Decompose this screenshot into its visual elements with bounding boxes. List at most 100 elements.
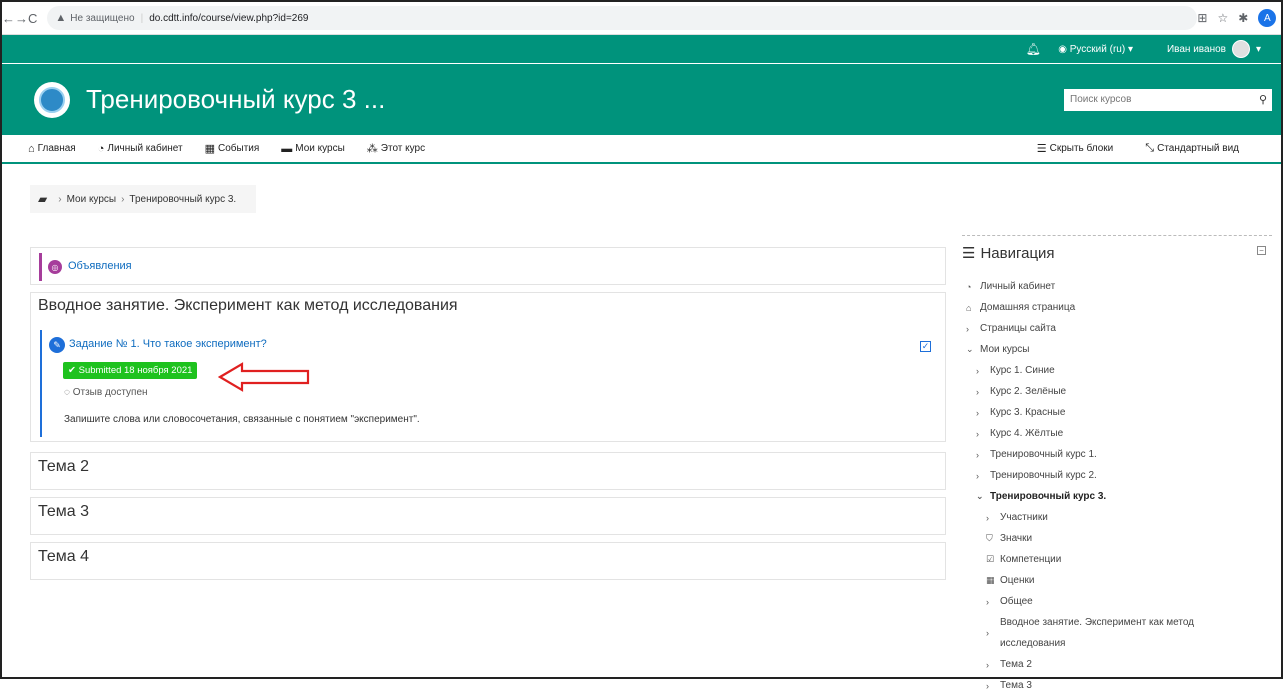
search-icon[interactable]: ⚲ <box>1254 93 1272 106</box>
nav-item-my-courses[interactable]: ⌄ Мои курсы <box>966 339 1266 360</box>
nav-item-label: Участники <box>1000 512 1048 523</box>
nav-item-topic-3[interactable]: › Тема 3 <box>966 675 1266 696</box>
nav-item-label: Мои курсы <box>980 344 1030 355</box>
menu-this-course-label: Этот курс <box>380 143 426 154</box>
dashboard-icon: ◔ <box>966 281 972 292</box>
user-name: Иван иванов <box>1166 43 1226 55</box>
assignment-description: Запишите слова или словосочетания, связа… <box>64 414 420 425</box>
forward-button[interactable]: → <box>15 8 28 28</box>
breadcrumb-my-courses[interactable]: Мои курсы <box>67 194 117 205</box>
globe-icon: ◉ <box>1058 43 1070 55</box>
menu-my-courses-label: Мои курсы <box>295 143 345 154</box>
warning-icon[interactable]: ▲ <box>55 12 66 24</box>
section-title[interactable]: Тема 3 <box>38 503 89 521</box>
menu-my-courses[interactable]: ▬ Мои курсы <box>281 143 345 155</box>
menu-dashboard[interactable]: ◔ Личный кабинет <box>98 143 183 155</box>
logo-emblem-icon <box>39 86 65 113</box>
nav-item-course[interactable]: › Курс 1. Синие <box>966 360 1266 381</box>
nav-item-course[interactable]: › Курс 2. Зелёные <box>966 381 1266 402</box>
nav-item-dashboard[interactable]: ◔ Личный кабинет <box>966 276 1266 297</box>
hide-blocks-label: Скрыть блоки <box>1049 143 1114 154</box>
nav-item-participants[interactable]: › Участники <box>966 507 1266 528</box>
nav-item-course[interactable]: › Тренировочный курс 1. <box>966 444 1266 465</box>
bookmark-star-icon[interactable]: ☆ <box>1217 11 1228 25</box>
user-menu[interactable]: Иван иванов ▾ <box>1167 40 1281 58</box>
translate-icon[interactable]: ⊞ <box>1197 11 1207 25</box>
course-section-topic-4: Тема 4 <box>30 542 946 580</box>
nav-item-label: Страницы сайта <box>980 323 1056 334</box>
nav-item-site-pages[interactable]: › Страницы сайта <box>966 318 1266 339</box>
forum-icon: ◎ <box>48 260 62 274</box>
nav-item-course[interactable]: › Курс 3. Красные <box>966 402 1266 423</box>
activity-marker <box>39 253 42 281</box>
nav-item-grades[interactable]: ▦ Оценки <box>966 570 1266 591</box>
nav-item-label: Тема 3 <box>1000 680 1032 691</box>
address-bar[interactable]: ▲ Не защищено | do.cdtt.info/course/view… <box>47 6 1198 30</box>
checkbox-icon: ☑ <box>986 554 995 564</box>
nav-item-section-intro[interactable]: › Вводное занятие. Эксперимент как метод … <box>966 612 1266 654</box>
navigation-header: ☰ Навигация <box>962 244 1055 263</box>
profile-avatar[interactable]: A <box>1258 9 1277 27</box>
navigation-block: ☰ Навигация − ◔ Личный кабинет ⌂ Домашняя … <box>962 235 1272 691</box>
user-menu-caret-icon: ▾ <box>1255 43 1261 55</box>
course-search-input[interactable] <box>1064 89 1254 110</box>
completion-checkbox[interactable]: ✓ <box>920 341 931 352</box>
site-logo[interactable] <box>34 81 70 118</box>
section-title[interactable]: Тема 2 <box>38 458 89 476</box>
language-menu[interactable]: ◉ Русский (ru) ▾ <box>1058 44 1133 55</box>
nav-item-general[interactable]: › Общее <box>966 591 1266 612</box>
chevron-right-icon: › <box>986 596 989 607</box>
security-label[interactable]: Не защищено <box>70 13 134 24</box>
menu-home[interactable]: ⌂ Главная <box>28 143 76 155</box>
reload-button[interactable]: C <box>28 8 37 28</box>
nav-item-home[interactable]: ⌂ Домашняя страница <box>966 297 1266 318</box>
extensions-icon[interactable]: ✱ <box>1238 11 1248 25</box>
chevron-right-icon: › <box>976 449 979 460</box>
address-separator: | <box>140 12 144 24</box>
chevron-right-icon: › <box>966 323 969 334</box>
notifications-bell-icon[interactable]: 🔔︎ <box>1022 42 1044 56</box>
announcements-section: ◎ Объявления <box>30 247 946 285</box>
menu-bar-actions: ☰ Скрыть блоки ⤡ Стандартный вид <box>1037 142 1281 155</box>
bars-icon: ☰ <box>962 245 976 262</box>
indent-icon: ☰ <box>1036 143 1047 155</box>
chevron-right-icon: › <box>986 512 989 523</box>
home-icon: ⌂ <box>28 142 35 155</box>
menu-this-course[interactable]: ⁂ Этот курс <box>367 142 425 155</box>
page-title: Тренировочный курс 3 ... <box>86 84 386 114</box>
announcements-link[interactable]: Объявления <box>68 260 132 272</box>
section-title[interactable]: Вводное занятие. Эксперимент как метод и… <box>38 297 458 315</box>
collapse-block-button[interactable]: − <box>1257 246 1266 255</box>
hide-blocks-button[interactable]: ☰ Скрыть блоки <box>1037 142 1114 155</box>
nav-item-label: Курс 4. Жёлтые <box>990 428 1064 439</box>
assignment-activity: ✎ Задание № 1. Что такое эксперимент? ✓ … <box>40 330 939 437</box>
url-text[interactable]: do.cdtt.info/course/view.php?id=269 <box>149 13 308 24</box>
chevron-right-icon: › <box>976 407 979 418</box>
submitted-badge: ✔ Submitted 18 ноября 2021 <box>63 362 198 379</box>
menu-dashboard-label: Личный кабинет <box>107 143 183 154</box>
breadcrumb-current-course[interactable]: Тренировочный курс 3. <box>129 194 236 205</box>
nav-item-topic-2[interactable]: › Тема 2 <box>966 654 1266 675</box>
section-title[interactable]: Тема 4 <box>38 548 89 566</box>
nav-item-label: Курс 3. Красные <box>990 407 1066 418</box>
standard-view-button[interactable]: ⤡ Стандартный вид <box>1145 142 1239 155</box>
nav-item-course[interactable]: › Курс 4. Жёлтые <box>966 423 1266 444</box>
browser-toolbar: ← → C ▲ Не защищено | do.cdtt.info/cours… <box>2 2 1281 35</box>
feedback-label: Отзыв доступен <box>72 387 148 398</box>
sitemap-icon: ⁂ <box>366 143 378 155</box>
assignment-link[interactable]: Задание № 1. Что такое эксперимент? <box>69 338 267 350</box>
menu-events-label: События <box>218 143 260 154</box>
nav-item-course[interactable]: › Тренировочный курс 2. <box>966 465 1266 486</box>
calendar-icon: ▦ <box>204 143 216 155</box>
course-section-topic-2: Тема 2 <box>30 452 946 490</box>
nav-item-label: Компетенции <box>1000 554 1062 565</box>
nav-item-current-course[interactable]: ⌄ Тренировочный курс 3. <box>966 486 1266 507</box>
breadcrumb-separator: › <box>121 193 125 205</box>
chevron-right-icon: › <box>976 428 979 439</box>
menu-events[interactable]: ▦ События <box>205 142 260 155</box>
menu-home-label: Главная <box>37 143 76 154</box>
home-icon: ⌂ <box>966 302 972 313</box>
back-button[interactable]: ← <box>2 8 15 28</box>
nav-item-badges[interactable]: ⛉ Значки <box>966 528 1266 549</box>
nav-item-competencies[interactable]: ☑ Компетенции <box>966 549 1266 570</box>
